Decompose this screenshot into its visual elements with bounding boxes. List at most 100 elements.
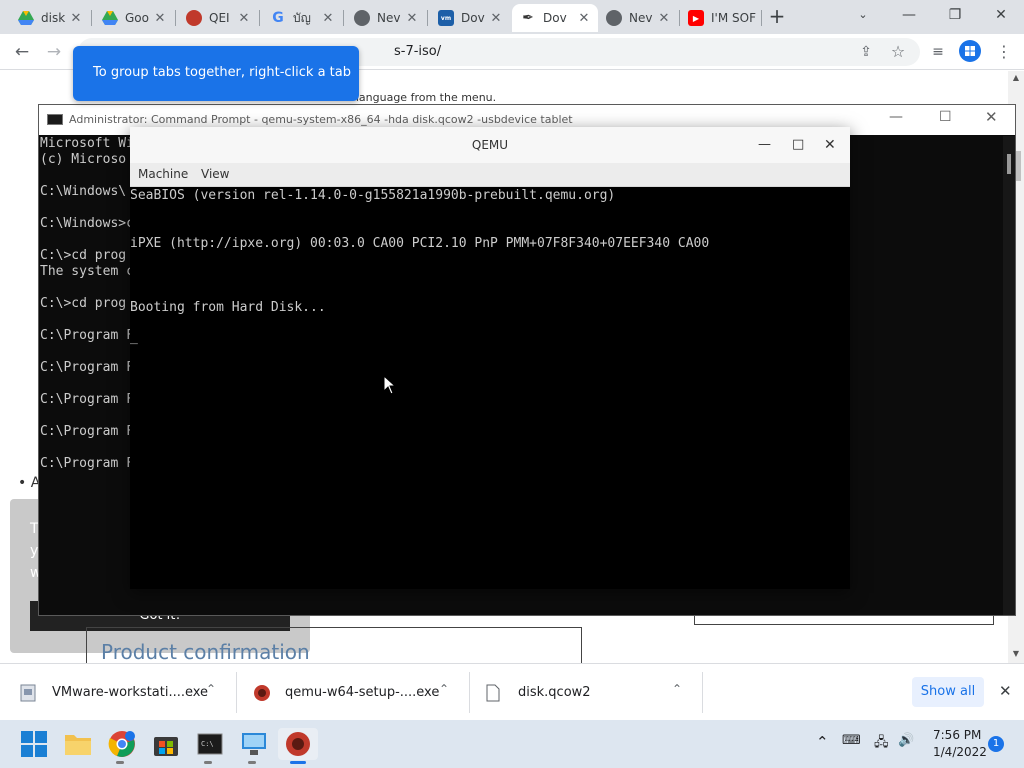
volume-icon[interactable]: 🔊 <box>898 733 914 748</box>
text-cursor: _ <box>130 330 138 345</box>
download-filename: qemu-w64-setup-....exe <box>285 685 440 700</box>
tab-vmware-download[interactable]: vm Dov ✕ <box>430 4 510 32</box>
tab-google-account[interactable]: G บัญ ✕ <box>262 4 342 32</box>
cmd-maximize-button[interactable]: ☐ <box>939 109 952 125</box>
menu-view[interactable]: View <box>201 167 229 181</box>
menu-machine[interactable]: Machine <box>138 167 188 181</box>
clock-date[interactable]: 1/4/2022 <box>933 745 987 759</box>
keyboard-icon[interactable]: ⌨ <box>842 733 861 748</box>
close-icon[interactable]: ✕ <box>68 11 84 26</box>
cmd-line: C:\>cd prog <box>40 248 127 263</box>
cmd-scrollbar[interactable] <box>1003 136 1015 615</box>
file-icon <box>486 684 504 702</box>
qemu-close-button[interactable]: ✕ <box>824 127 836 163</box>
close-window-button[interactable]: ✕ <box>978 0 1024 30</box>
cmd-line: C:\Program F <box>40 456 134 471</box>
google-icon: G <box>272 10 284 26</box>
cmd-line <box>40 376 134 392</box>
taskbar: C:\ ⌃ ⌨ 🖧 🔊 7:56 PM 1/4/2022 1 <box>0 720 1024 768</box>
microsoft-store-icon[interactable] <box>150 728 182 760</box>
network-icon[interactable]: 🖧 <box>874 733 889 755</box>
tab-label: บัญ <box>293 10 311 25</box>
tab-drive-disk[interactable]: disk ✕ <box>10 4 90 32</box>
close-icon[interactable]: ✕ <box>236 11 252 26</box>
tab-label: Dov <box>461 11 485 25</box>
cmd-scroll-thumb[interactable] <box>1007 154 1011 174</box>
chevron-up-icon[interactable]: ⌃ <box>672 682 682 696</box>
close-downloads-button[interactable]: ✕ <box>999 682 1012 700</box>
forward-button[interactable]: → <box>42 40 66 64</box>
tab-label: Dov <box>543 11 567 25</box>
remote-desktop-icon[interactable] <box>238 728 270 760</box>
cmd-close-button[interactable]: ✕ <box>985 108 998 126</box>
tab-youtube[interactable]: ▶ I'M SOF <box>680 4 760 32</box>
qemu-title-bar[interactable]: QEMU — □ ✕ <box>130 127 850 163</box>
product-box: Product confirmation <box>86 627 582 664</box>
cmd-output: Microsoft Wi (c) Microso C:\Windows\ C:\Win… <box>40 136 134 472</box>
kebab-menu-icon[interactable]: ⋮ <box>992 40 1016 64</box>
tab-active-download[interactable]: ✒ Dov ✕ <box>512 4 598 32</box>
qemu-vm-screen[interactable]: SeaBIOS (version rel-1.14.0-0-g155821a19… <box>130 187 850 589</box>
close-icon[interactable]: ✕ <box>576 11 592 26</box>
seabios-line: SeaBIOS (version rel-1.14.0-0-g155821a19… <box>130 188 616 203</box>
qemu-minimize-button[interactable]: — <box>758 127 771 163</box>
qemu-taskbar-icon[interactable] <box>278 728 318 760</box>
notification-badge[interactable]: 1 <box>988 736 1004 752</box>
chevron-up-icon[interactable]: ⌃ <box>206 682 216 696</box>
share-icon[interactable]: ⇪ <box>854 40 878 64</box>
qemu-maximize-button[interactable]: □ <box>792 127 804 163</box>
tab-group-tooltip: To group tabs together, right-click a ta… <box>73 46 359 101</box>
url-text: s-7-iso/ <box>394 44 442 59</box>
cmd-line: C:\Windows>c <box>40 216 134 231</box>
vmware-icon: vm <box>438 10 454 26</box>
cmd-line <box>40 232 134 248</box>
restore-button[interactable]: ❐ <box>932 0 978 30</box>
tab-search-button[interactable]: ⌄ <box>840 0 886 30</box>
show-all-button[interactable]: Show all <box>912 677 984 707</box>
download-filename: VMware-workstati....exe <box>52 685 209 700</box>
chevron-up-icon[interactable]: ⌃ <box>439 682 449 696</box>
bookmark-star-icon[interactable]: ☆ <box>886 40 910 64</box>
scroll-down-icon[interactable]: ▼ <box>1008 647 1024 661</box>
cmd-minimize-button[interactable]: — <box>889 109 903 125</box>
tab-new-2[interactable]: Nev ✕ <box>598 4 678 32</box>
terminal-icon[interactable]: C:\ <box>194 728 226 760</box>
file-explorer-icon[interactable] <box>62 728 94 760</box>
download-item-disk[interactable]: disk.qcow2 ⌃ <box>486 664 696 721</box>
scroll-up-icon[interactable]: ▲ <box>1008 71 1024 85</box>
youtube-icon: ▶ <box>688 10 704 26</box>
profile-avatar[interactable] <box>958 40 982 64</box>
close-icon[interactable]: ✕ <box>488 11 504 26</box>
chevron-up-icon[interactable]: ⌃ <box>816 733 829 751</box>
tab-label: disk <box>41 11 66 25</box>
back-button[interactable]: ← <box>10 40 34 64</box>
svg-text:C:\: C:\ <box>201 740 214 748</box>
cmd-line <box>40 280 134 296</box>
cmd-line: C:\Program F <box>40 392 134 407</box>
tab-label: Nev <box>629 11 653 25</box>
windows-start-icon[interactable] <box>18 728 50 760</box>
google-drive-icon <box>18 10 34 26</box>
new-tab-button[interactable]: + <box>765 4 789 28</box>
cmd-line <box>40 344 134 360</box>
tab-qemu[interactable]: QEI ✕ <box>178 4 258 32</box>
close-icon[interactable]: ✕ <box>656 11 672 26</box>
tab-new-1[interactable]: Nev ✕ <box>346 4 426 32</box>
download-item-qemu[interactable]: qemu-w64-setup-....exe ⌃ <box>253 664 463 721</box>
chrome-icon[interactable] <box>106 728 138 760</box>
qemu-icon <box>186 10 202 26</box>
product-confirmation-heading: Product confirmation <box>101 640 310 664</box>
media-control-icon[interactable]: ≡ <box>926 40 950 64</box>
close-icon[interactable]: ✕ <box>320 11 336 26</box>
cmd-line: C:\Program F <box>40 328 134 343</box>
clock-time[interactable]: 7:56 PM <box>933 728 981 742</box>
tab-drive-goo[interactable]: Goo ✕ <box>94 4 174 32</box>
close-icon[interactable]: ✕ <box>404 11 420 26</box>
download-item-vmware[interactable]: VMware-workstati....exe ⌃ <box>20 664 230 721</box>
cmd-line: (c) Microso <box>40 152 127 167</box>
installer-icon <box>20 684 38 702</box>
minimize-button[interactable]: — <box>886 0 932 30</box>
qemu-window[interactable]: QEMU — □ ✕ Machine View SeaBIOS (version… <box>130 127 850 589</box>
downloads-bar: VMware-workstati....exe ⌃ qemu-w64-setup… <box>0 663 1024 720</box>
close-icon[interactable]: ✕ <box>152 11 168 26</box>
